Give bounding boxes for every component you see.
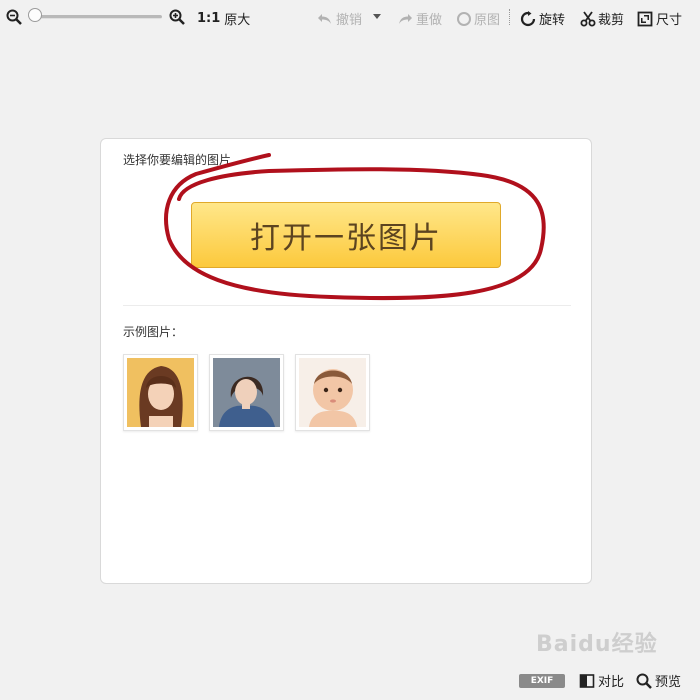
original-image-button[interactable]: 原图	[456, 9, 500, 28]
zoom-slider-handle[interactable]	[28, 8, 42, 22]
resize-icon	[637, 11, 653, 26]
portrait-baby-image	[299, 358, 366, 427]
open-image-button[interactable]: 打开一张图片	[191, 202, 501, 268]
ratio-label: 1:1	[197, 11, 221, 26]
compare-button[interactable]: 对比	[579, 671, 624, 690]
redo-label: 重做	[416, 13, 443, 28]
toolbar-divider	[509, 9, 510, 25]
rotate-button[interactable]: 旋转	[520, 9, 565, 28]
select-image-label: 选择你要编辑的图片	[123, 153, 232, 167]
zoom-out-icon[interactable]	[6, 9, 22, 25]
undo-button[interactable]: 撤销	[317, 9, 362, 28]
watermark-text: Baidu经验	[536, 632, 658, 657]
rotate-label: 旋转	[539, 13, 566, 28]
example-thumbnail-2[interactable]	[209, 354, 284, 431]
zoom-in-icon[interactable]	[169, 9, 185, 25]
undo-icon	[318, 13, 331, 24]
original-image-label: 原图	[474, 13, 501, 28]
rotate-icon	[520, 10, 536, 26]
compare-label: 对比	[598, 675, 625, 690]
preview-button[interactable]: 预览	[636, 671, 681, 690]
exif-button[interactable]: EXIF	[519, 674, 565, 688]
preview-label: 预览	[655, 675, 682, 690]
example-images-label: 示例图片：	[123, 325, 184, 339]
size-button[interactable]: 尺寸	[637, 9, 682, 28]
redo-button[interactable]: 重做	[397, 9, 442, 28]
original-size-label: 原大	[224, 13, 251, 28]
image-selection-card: 选择你要编辑的图片 打开一张图片 示例图片：	[100, 138, 592, 584]
example-thumbnail-1[interactable]	[123, 354, 198, 431]
size-label: 尺寸	[656, 13, 683, 28]
crop-label: 裁剪	[598, 13, 625, 28]
circle-icon	[457, 11, 471, 26]
compare-icon	[579, 673, 595, 688]
zoom-slider[interactable]	[36, 15, 162, 19]
section-divider	[123, 305, 571, 306]
example-thumbnail-3[interactable]	[295, 354, 370, 431]
undo-label: 撤销	[336, 13, 363, 28]
scissors-icon	[580, 10, 596, 26]
portrait-woman-bangs-image	[127, 358, 194, 427]
example-thumbnails	[123, 354, 370, 431]
magnifier-icon	[636, 673, 652, 689]
undo-dropdown-icon[interactable]	[372, 11, 382, 21]
redo-icon	[399, 13, 412, 24]
crop-button[interactable]: 裁剪	[580, 9, 624, 28]
toolbar: 1:1 原大 撤销 重做 原图 旋转 裁剪 尺寸	[0, 0, 700, 34]
baidu-watermark: Baidu经验	[536, 626, 658, 658]
portrait-woman-denim-image	[213, 358, 280, 427]
original-size-button[interactable]: 1:1 原大	[197, 9, 250, 28]
